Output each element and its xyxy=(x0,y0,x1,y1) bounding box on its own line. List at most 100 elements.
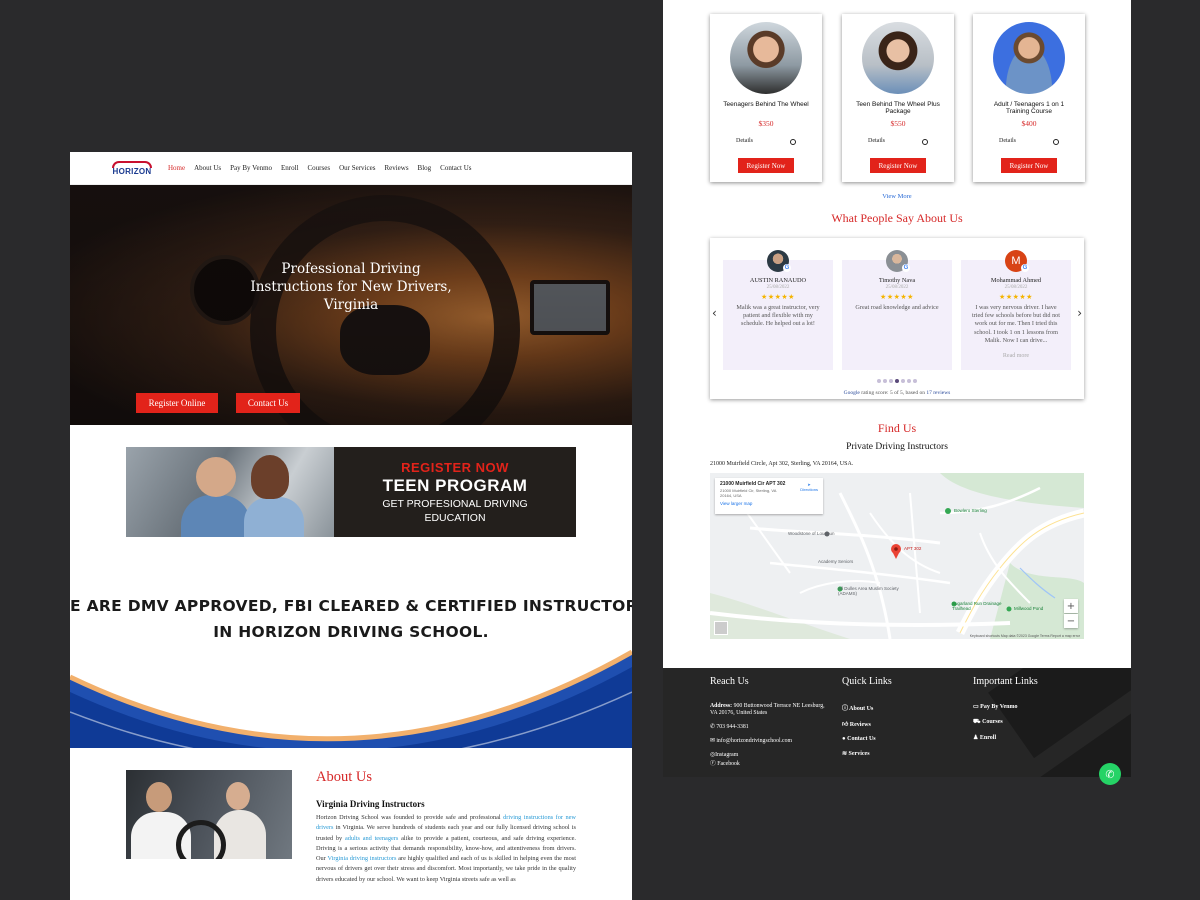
zoom-in-button[interactable]: + xyxy=(1064,599,1078,613)
photo-figure xyxy=(181,495,251,537)
carousel-pagination xyxy=(710,379,1084,383)
map-layers-icon[interactable] xyxy=(714,621,728,635)
register-online-button[interactable]: Register Online xyxy=(136,393,218,413)
zoom-out-button[interactable]: − xyxy=(1064,614,1078,628)
facebook-text: Facebook xyxy=(717,761,740,767)
expand-circle-icon[interactable] xyxy=(922,139,928,145)
chevron-left-icon[interactable]: ‹ xyxy=(712,306,717,320)
hero-banner: Professional Driving Instructions for Ne… xyxy=(70,185,632,425)
view-more-link[interactable]: View More xyxy=(663,193,1131,200)
about-us-title: About Us xyxy=(316,769,372,785)
carousel-dot[interactable] xyxy=(883,379,887,383)
star-rating-icon: ★★★★★ xyxy=(761,293,795,301)
thumbs-up-icon: 👍︎ xyxy=(842,722,850,728)
home-page-right: Teenagers Behind The Wheel $350 Details … xyxy=(663,0,1131,777)
google-rating-summary: Google rating score: 5 of 5, based on 17… xyxy=(710,390,1084,396)
nav-courses[interactable]: Courses xyxy=(308,164,331,172)
link-adults-teenagers[interactable]: adults and teenagers xyxy=(345,835,398,842)
footer-email[interactable]: ✉ info@horizondrivingschool.com xyxy=(710,738,830,745)
footer-link-label: Pay By Venmo xyxy=(980,704,1018,710)
nav-blog[interactable]: Blog xyxy=(418,164,432,172)
teen-program-banner[interactable]: REGISTER NOW TEEN PROGRAM GET PROFESIONA… xyxy=(126,447,576,537)
expand-circle-icon[interactable] xyxy=(1053,139,1059,145)
hero-title: Professional Driving Instructions for Ne… xyxy=(70,260,632,314)
carousel-dot[interactable] xyxy=(907,379,911,383)
nav-our-services[interactable]: Our Services xyxy=(339,164,375,172)
user-plus-icon: ♟ xyxy=(973,735,980,741)
review-date: 25/08/2022 xyxy=(885,285,909,290)
carousel-dot[interactable] xyxy=(889,379,893,383)
about-instructor-photo xyxy=(126,770,292,859)
course-details-toggle[interactable]: Details xyxy=(999,138,1016,144)
expand-circle-icon[interactable] xyxy=(790,139,796,145)
register-now-button[interactable]: Register Now xyxy=(870,158,926,173)
footer-link-services[interactable]: ≋ Services xyxy=(842,750,952,757)
banner-teen-program: TEEN PROGRAM xyxy=(382,475,528,495)
horizon-logo[interactable]: HORIZON xyxy=(110,159,154,177)
reviews-carousel: ‹ › G AUSTIN RANAUDO 25/08/2022 ★★★★★ Ma… xyxy=(710,238,1084,399)
reviews-count-link[interactable]: 17 reviews xyxy=(926,390,950,396)
review-text: I was very nervous driver. I have tried … xyxy=(972,304,1060,344)
nav-contact-us[interactable]: Contact Us xyxy=(440,164,471,172)
map-pin-label: APT 302 xyxy=(904,546,922,551)
nav-home[interactable]: Home xyxy=(168,164,185,172)
footer-important-title: Important Links xyxy=(973,676,1038,687)
course-title: Adult / Teenagers 1 on 1 Training Course xyxy=(993,101,1065,115)
home-page-left: HORIZON Home About Us Pay By Venmo Enrol… xyxy=(70,152,632,900)
footer-instagram[interactable]: ◎Instagram xyxy=(710,752,830,759)
course-title: Teenagers Behind The Wheel xyxy=(723,101,809,108)
reviews-section-title: What People Say About Us xyxy=(831,211,963,225)
link-virginia-instructors[interactable]: Virginia driving instructors xyxy=(328,855,397,862)
google-icon: G xyxy=(1021,264,1029,272)
instagram-text: Instagram xyxy=(715,752,739,758)
carousel-dot[interactable] xyxy=(877,379,881,383)
footer-link-venmo[interactable]: ▭ Pay By Venmo xyxy=(973,703,1083,710)
banner-register-now: REGISTER NOW xyxy=(401,459,509,475)
nav-reviews[interactable]: Reviews xyxy=(384,164,408,172)
hero-title-line: Professional Driving xyxy=(281,261,421,277)
directions-button[interactable]: ➤ Directions xyxy=(800,482,818,492)
site-footer: Reach Us Address: 900 Buttonwood Terrace… xyxy=(663,668,1131,777)
footer-link-label: Enroll xyxy=(979,735,997,741)
course-details-toggle[interactable]: Details xyxy=(868,138,885,144)
view-larger-map-link[interactable]: View larger map xyxy=(720,501,818,506)
footer-link-reviews[interactable]: 👍︎ Reviews xyxy=(842,720,952,728)
nav-enroll[interactable]: Enroll xyxy=(281,164,299,172)
footer-link-courses[interactable]: ⛟ Courses xyxy=(973,718,1083,726)
review-date: 25/08/2022 xyxy=(766,285,790,290)
photo-face xyxy=(226,782,250,810)
contact-us-button[interactable]: Contact Us xyxy=(236,393,300,413)
hero-title-line: Virginia xyxy=(323,297,379,313)
carousel-dot[interactable] xyxy=(901,379,905,383)
register-now-button[interactable]: Register Now xyxy=(1001,158,1057,173)
register-now-button[interactable]: Register Now xyxy=(738,158,794,173)
phone-text: 703 944-3381 xyxy=(716,724,749,730)
about-text: Horizon Driving School was founded to pr… xyxy=(316,814,504,821)
email-text: info@horizondrivingschool.com xyxy=(716,738,793,744)
whatsapp-chat-icon[interactable]: ✆ xyxy=(1099,763,1121,785)
nav-pay-by-venmo[interactable]: Pay By Venmo xyxy=(230,164,272,172)
footer-facebook[interactable]: ⓕ Facebook xyxy=(710,761,830,768)
map-poi-label: Academy Seniors xyxy=(818,559,854,564)
footer-quick-title: Quick Links xyxy=(842,676,892,687)
footer-quick-links: Quick Links ⓘ About Us 👍︎ Reviews ● Cont… xyxy=(842,676,952,765)
review-date: 25/08/2022 xyxy=(1004,285,1028,290)
banner-text: REGISTER NOW TEEN PROGRAM GET PROFESIONA… xyxy=(334,447,576,537)
footer-link-contact[interactable]: ● Contact Us xyxy=(842,736,952,742)
carousel-dot-active[interactable] xyxy=(895,379,899,383)
reviewer-name: AUSTIN RANAUDO xyxy=(749,277,807,284)
course-details-toggle[interactable]: Details xyxy=(736,138,753,144)
nav-about-us[interactable]: About Us xyxy=(194,164,221,172)
footer-reach-us: Reach Us Address: 900 Buttonwood Terrace… xyxy=(710,676,830,775)
read-more-link[interactable]: Read more xyxy=(961,353,1071,359)
google-icon: G xyxy=(902,264,910,272)
carousel-dot[interactable] xyxy=(913,379,917,383)
chevron-right-icon[interactable]: › xyxy=(1077,306,1082,320)
photo-face xyxy=(196,457,236,497)
footer-link-enroll[interactable]: ♟ Enroll xyxy=(973,734,1083,741)
google-map[interactable]: APT 302 Bowlero Sterling Woodstone of Lo… xyxy=(710,473,1084,639)
about-body-text: Horizon Driving School was founded to pr… xyxy=(316,813,576,885)
footer-link-label: Courses xyxy=(982,719,1003,725)
footer-link-about[interactable]: ⓘ About Us xyxy=(842,703,952,712)
footer-phone[interactable]: ✆ 703 944-3381 xyxy=(710,724,830,731)
